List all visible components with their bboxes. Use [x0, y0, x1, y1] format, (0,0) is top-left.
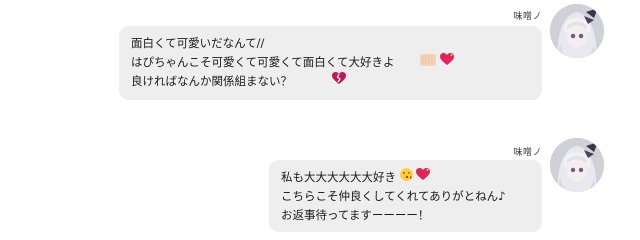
avatar[interactable]: [550, 138, 604, 192]
message-1: 味噌ノ 面白くて可愛いだなんて// はぴちゃんこそ可愛くて可愛くて面白くて大好き…: [0, 0, 640, 110]
sparkling-heart-icon: [439, 53, 454, 72]
message-2: 味噌ノ 私も大大大大大大好き こちらこそ仲良くしてくれてありがとねん♪ お返事待…: [0, 138, 640, 240]
raised-hand-icon: [420, 53, 437, 72]
message-line: 面白くて可愛いだなんて//: [131, 36, 265, 50]
message-bubble: 私も大大大大大大好き こちらこそ仲良くしてくれてありがとねん♪ お返事待ってます…: [269, 160, 542, 232]
message-line: はぴちゃんこそ可愛くて可愛くて面白くて大好きよ: [131, 53, 528, 72]
sender-name: 味噌ノ: [513, 148, 542, 158]
message-line: お返事待ってますーーーー！: [281, 208, 430, 222]
message-line: 私も大大大大大大好き: [281, 168, 528, 187]
sender-name: 味噌ノ: [513, 12, 542, 22]
avatar-image: [550, 138, 604, 192]
message-line: こちらこそ仲良くしてくれてありがとねん♪: [281, 189, 506, 203]
message-bubble: 面白くて可愛いだなんて// はぴちゃんこそ可愛くて可愛くて面白くて大好きよ 良け…: [119, 26, 542, 100]
face-blowing-kiss-icon: [399, 168, 413, 187]
message-line: 良ければなんか関係組まない？: [131, 72, 528, 91]
chat-thread: 味噌ノ 面白くて可愛いだなんて// はぴちゃんこそ可愛くて可愛くて面白くて大好き…: [0, 0, 640, 240]
broken-heart-icon: [331, 72, 346, 91]
sparkling-heart-icon: [416, 168, 431, 187]
avatar[interactable]: [550, 4, 604, 58]
avatar-image: [550, 4, 604, 58]
